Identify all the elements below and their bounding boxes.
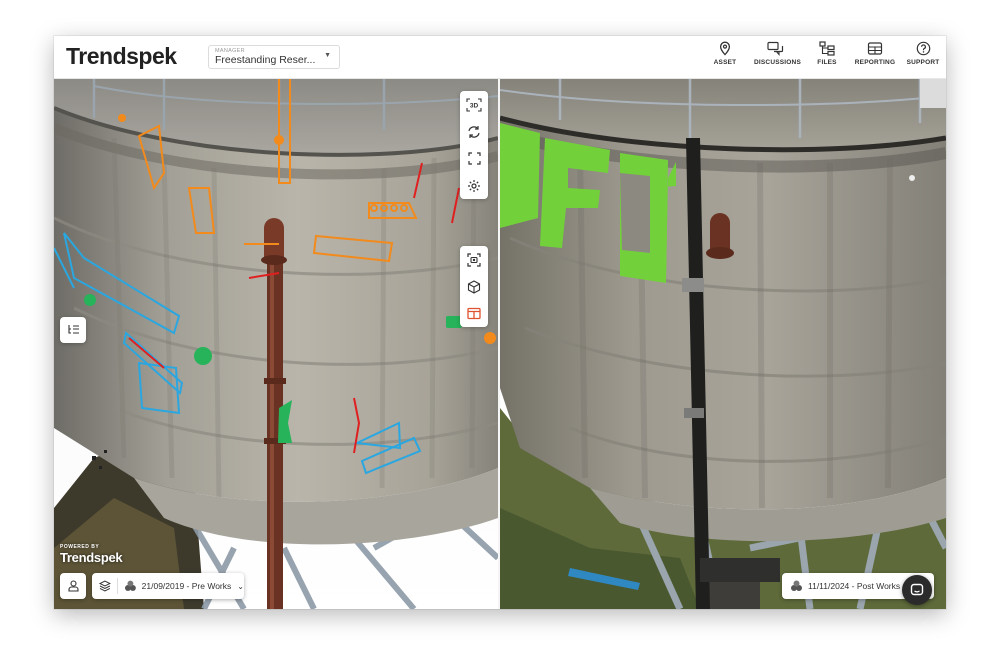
split-view-button[interactable] [460, 300, 488, 327]
chevron-down-icon: ⌄ [237, 581, 244, 591]
user-icon [67, 580, 79, 592]
viewer-pane-post-works[interactable]: 11/11/2024 - Post Works [500, 78, 946, 609]
nav-discussions-label: DISCUSSIONS [754, 59, 801, 66]
fullscreen-button[interactable] [460, 145, 488, 172]
model-stack-icon [124, 580, 136, 591]
nav-discussions[interactable]: DISCUSSIONS [754, 41, 801, 71]
date-selector-label: 21/09/2019 - Pre Works [141, 581, 232, 591]
view-toolbar-2 [460, 246, 488, 327]
settings-gear-icon [468, 179, 480, 192]
nav-files-label: FILES [817, 59, 837, 66]
app-logo[interactable]: Trendspek [66, 43, 177, 70]
rotate-icon [468, 125, 480, 138]
asset-select[interactable]: MANAGER Freestanding Reser... ▼ [208, 45, 340, 69]
nav-support-label: SUPPORT [906, 59, 940, 66]
list-tree-icon [67, 325, 79, 334]
fullscreen-icon [467, 152, 481, 165]
viewer-pane-pre-works[interactable]: 3D POWERED BY Trendspek 21/09/2019 - Pre… [54, 78, 498, 609]
nav-asset-label: ASSET [713, 59, 737, 66]
powered-by-logo: Trendspek [60, 550, 123, 565]
chat-icon [910, 583, 924, 596]
nav-support[interactable]: SUPPORT [906, 41, 940, 71]
chat-launcher-button[interactable] [902, 575, 932, 605]
focus-camera-button[interactable] [460, 246, 488, 273]
powered-by-badge: POWERED BY Trendspek [60, 544, 123, 565]
settings-button[interactable] [460, 172, 488, 199]
nav-files[interactable]: FILES [814, 41, 840, 71]
model-stack-icon [791, 580, 802, 591]
rotate-button[interactable] [460, 118, 488, 145]
model-view-button[interactable] [460, 273, 488, 300]
nav-reporting[interactable]: REPORTING [854, 41, 896, 71]
view-toolbar: 3D [460, 91, 488, 199]
help-circle-icon [916, 41, 930, 56]
layers-icon [99, 580, 111, 592]
3d-model-view-pre-works[interactable] [54, 78, 498, 609]
chevron-down-icon: ▼ [324, 52, 331, 59]
3d-model-view-post-works[interactable] [500, 78, 946, 609]
nav-reporting-label: REPORTING [854, 59, 896, 66]
nav-asset[interactable]: ASSET [704, 41, 746, 71]
focus-camera-icon [467, 252, 481, 267]
table-icon [867, 42, 883, 55]
3d-view-button[interactable]: 3D [460, 91, 488, 118]
top-bar: Trendspek MANAGER Freestanding Reser... … [54, 36, 946, 79]
3d-view-text: 3D [470, 102, 479, 109]
asset-select-value: Freestanding Reser... [215, 54, 316, 66]
app-window: Trendspek MANAGER Freestanding Reser... … [54, 36, 946, 609]
date-selector-pre-works[interactable]: 21/09/2019 - Pre Works ⌄ [92, 573, 244, 599]
file-tree-icon [819, 41, 835, 56]
date-selector-label: 11/11/2024 - Post Works [808, 581, 901, 591]
chat-bubbles-icon [767, 41, 784, 56]
user-button[interactable] [60, 573, 86, 599]
divider [116, 578, 118, 594]
cube-icon [467, 279, 481, 294]
map-pin-icon [719, 41, 731, 56]
logo-text: Trendspek [66, 43, 177, 69]
layers-list-toggle[interactable] [60, 317, 86, 343]
split-view-icon [467, 307, 481, 320]
3d-view-icon: 3D [466, 97, 482, 112]
